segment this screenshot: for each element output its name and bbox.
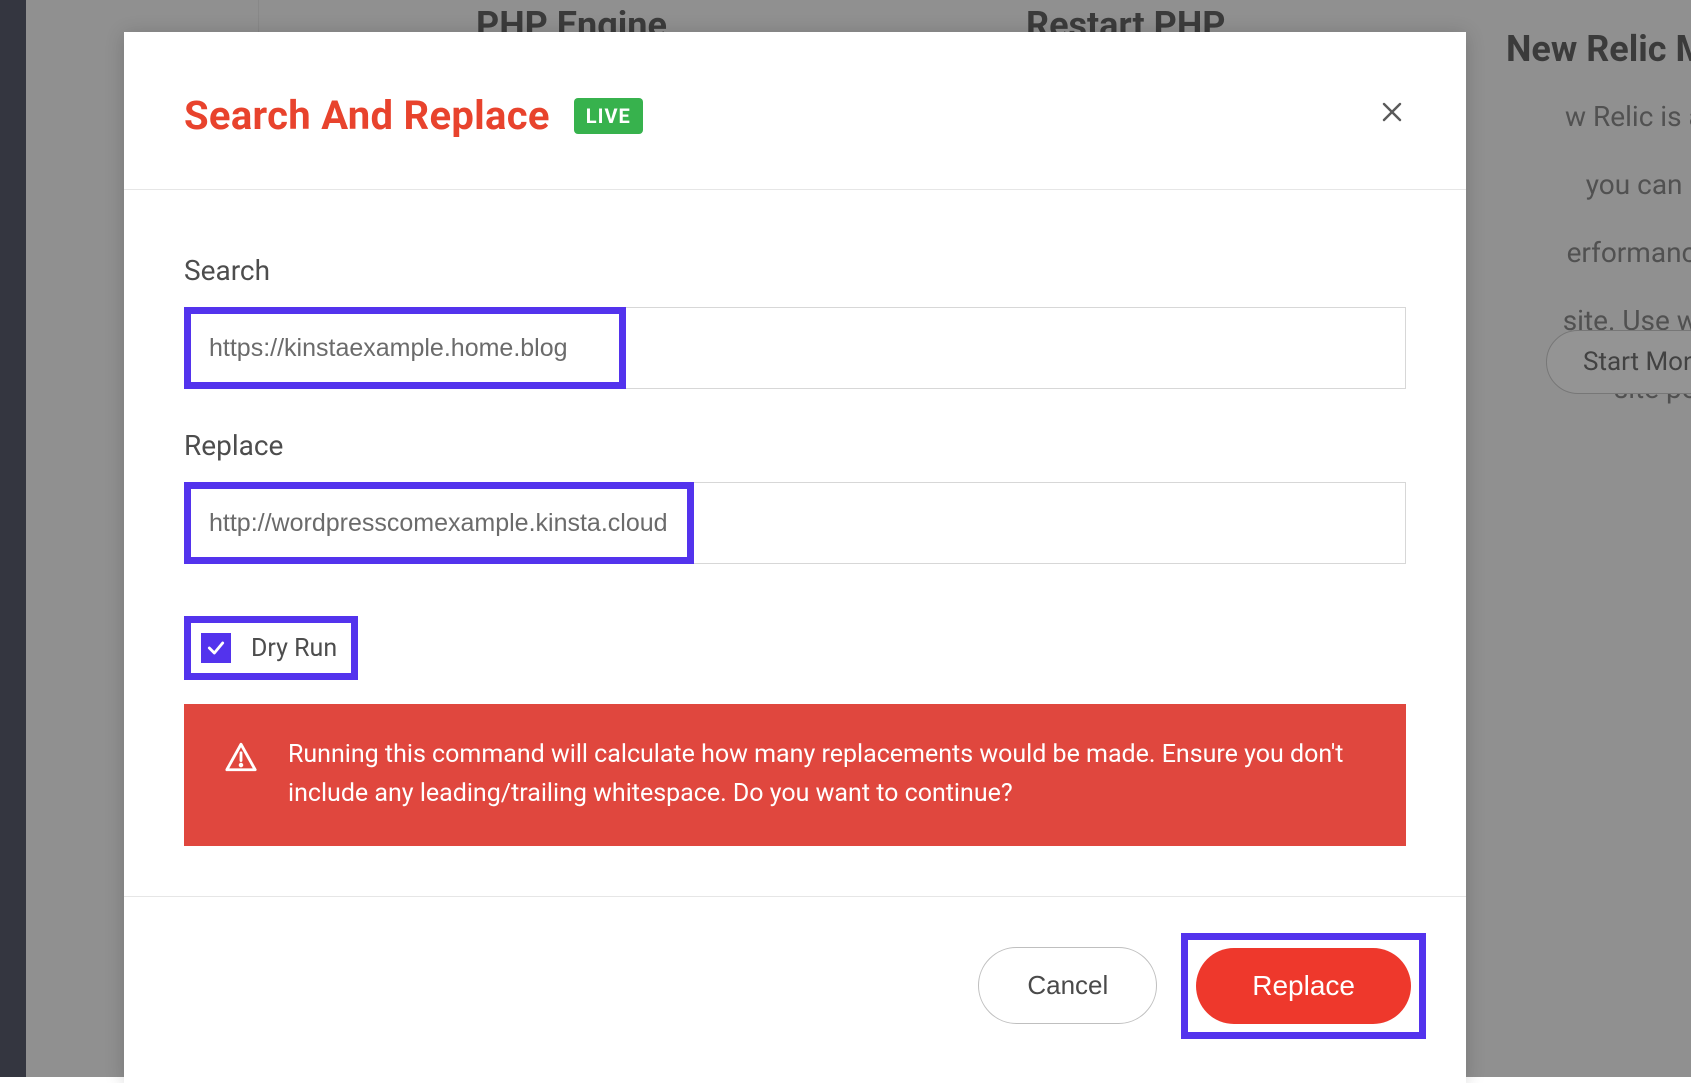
modal-title: Search And Replace <box>184 92 550 139</box>
replace-highlight <box>184 482 694 564</box>
replace-input[interactable] <box>191 489 687 557</box>
replace-label: Replace <box>184 429 1406 462</box>
replace-field-group: Replace <box>184 429 1406 564</box>
live-badge: LIVE <box>574 98 643 134</box>
dry-run-checkbox[interactable] <box>201 633 231 663</box>
search-input-row <box>184 307 1406 389</box>
search-highlight <box>184 307 626 389</box>
check-icon <box>206 638 226 658</box>
replace-button-highlight: Replace <box>1181 933 1426 1039</box>
search-field-group: Search <box>184 254 1406 389</box>
modal-header: Search And Replace LIVE <box>124 32 1466 190</box>
replace-button[interactable]: Replace <box>1196 948 1411 1024</box>
close-icon <box>1380 100 1404 124</box>
search-input[interactable] <box>191 314 619 382</box>
modal-body: Search Replace <box>124 190 1466 896</box>
close-button[interactable] <box>1372 92 1412 132</box>
search-replace-modal: Search And Replace LIVE Search Replace <box>124 32 1466 1083</box>
dry-run-row: Dry Run <box>201 633 337 663</box>
replace-input-row <box>184 482 1406 564</box>
warning-icon <box>224 740 258 774</box>
search-label: Search <box>184 254 1406 287</box>
search-input-extension[interactable] <box>626 307 1406 389</box>
warning-text: Running this command will calculate how … <box>288 736 1366 814</box>
dry-run-highlight: Dry Run <box>184 616 358 680</box>
dry-run-label: Dry Run <box>251 634 337 663</box>
warning-banner: Running this command will calculate how … <box>184 704 1406 846</box>
cancel-button[interactable]: Cancel <box>978 947 1157 1024</box>
modal-footer: Cancel Replace <box>124 896 1466 1083</box>
replace-input-extension[interactable] <box>694 482 1406 564</box>
